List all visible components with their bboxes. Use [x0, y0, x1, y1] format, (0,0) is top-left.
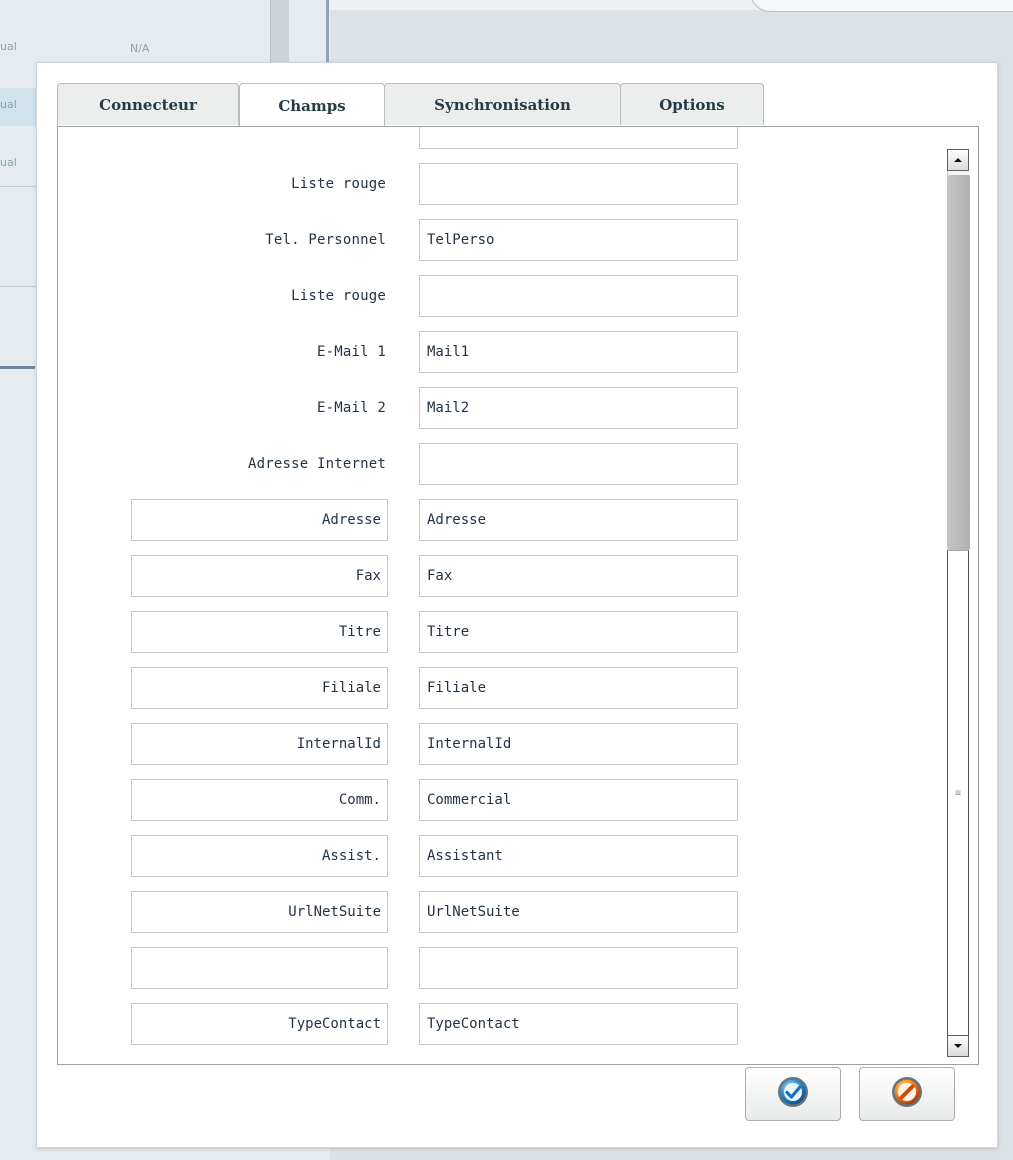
background-row-text: ual	[0, 40, 17, 53]
field-label: Liste rouge	[291, 288, 386, 304]
field-label: Adresse Internet	[247, 456, 386, 472]
field-input[interactable]	[419, 163, 738, 205]
custom-label-input[interactable]: TypeContact	[131, 1003, 388, 1045]
tab-connecteur[interactable]: Connecteur	[57, 83, 239, 125]
custom-field-row: InternalId InternalId	[58, 723, 918, 767]
arrow-down-icon[interactable]	[947, 1035, 969, 1057]
custom-label-input[interactable]: Titre	[131, 611, 388, 653]
field-input[interactable]	[419, 947, 738, 989]
background-row-text: ual	[0, 98, 17, 111]
custom-label-input[interactable]	[131, 947, 388, 989]
custom-field-row: Assist. Assistant	[58, 835, 918, 879]
custom-field-row	[58, 947, 918, 991]
field-input[interactable]: Assistant	[419, 835, 738, 877]
custom-field-row: Adresse Adresse	[58, 499, 918, 543]
custom-field-row: UrlNetSuite UrlNetSuite	[58, 891, 918, 935]
field-input[interactable]	[419, 443, 738, 485]
field-input[interactable]: Adresse	[419, 499, 738, 541]
custom-label-input[interactable]: InternalId	[131, 723, 388, 765]
fields-dialog: Connecteur Champs Synchronisation Option…	[36, 62, 998, 1148]
custom-label-input[interactable]: Assist.	[131, 835, 388, 877]
field-input[interactable]: UrlNetSuite	[419, 891, 738, 933]
cancel-button[interactable]	[859, 1067, 955, 1121]
background-search-box	[750, 0, 1013, 12]
arrow-up-icon[interactable]	[947, 149, 969, 171]
vertical-scrollbar[interactable]: ≡	[947, 149, 971, 1057]
tab-label: Champs	[278, 96, 346, 115]
field-input[interactable]: Filiale	[419, 667, 738, 709]
field-label: Tel. Personnel	[265, 232, 386, 248]
field-row: Tel. Personnel TelPerso	[58, 219, 918, 263]
scrollbar-thumb[interactable]	[948, 175, 970, 550]
custom-field-row: Comm. Commercial	[58, 779, 918, 823]
field-input[interactable]: Mail2	[419, 387, 738, 429]
field-input[interactable]: InternalId	[419, 723, 738, 765]
field-label: E-Mail 1	[316, 344, 386, 360]
check-icon	[776, 1075, 810, 1113]
cancel-icon	[890, 1075, 924, 1113]
field-input[interactable]: Fax	[419, 555, 738, 597]
custom-field-row: Fax Fax	[58, 555, 918, 599]
tab-synchronisation[interactable]: Synchronisation	[384, 83, 621, 125]
tab-label: Connecteur	[99, 95, 197, 114]
custom-label-input[interactable]: Comm.	[131, 779, 388, 821]
field-row: Liste rouge	[58, 163, 918, 207]
grip-icon: ≡	[954, 788, 962, 799]
field-row: E-Mail 2 Mail2	[58, 387, 918, 431]
custom-label-input[interactable]: UrlNetSuite	[131, 891, 388, 933]
background-divider-line	[326, 0, 329, 70]
scrollbar-lower-track[interactable]: ≡	[947, 550, 969, 1038]
custom-label-input[interactable]: Fax	[131, 555, 388, 597]
custom-label-input[interactable]: Filiale	[131, 667, 388, 709]
background-marker	[0, 366, 35, 369]
field-input[interactable]: TelPerso	[419, 219, 738, 261]
tab-options[interactable]: Options	[620, 83, 764, 125]
field-input[interactable]: Commercial	[419, 779, 738, 821]
tab-label: Options	[659, 95, 725, 114]
ok-button[interactable]	[745, 1067, 841, 1121]
fields-panel: Liste rouge Tel. Personnel TelPerso List…	[57, 126, 979, 1065]
field-label: Liste rouge	[291, 176, 386, 192]
field-input[interactable]	[419, 275, 738, 317]
custom-label-input[interactable]: Adresse	[131, 499, 388, 541]
field-label: E-Mail 2	[316, 400, 386, 416]
field-row: Adresse Internet	[58, 443, 918, 487]
custom-field-row: Titre Titre	[58, 611, 918, 655]
custom-field-row: Filiale Filiale	[58, 667, 918, 711]
field-input[interactable]: Titre	[419, 611, 738, 653]
field-input[interactable]: TypeContact	[419, 1003, 738, 1045]
background-row-text: N/A	[130, 42, 150, 55]
field-row: E-Mail 1 Mail1	[58, 331, 918, 375]
field-row: Liste rouge	[58, 275, 918, 319]
tab-label: Synchronisation	[434, 95, 571, 114]
field-input-partial[interactable]	[419, 127, 738, 149]
tab-champs[interactable]: Champs	[239, 83, 385, 127]
background-splitter	[270, 0, 289, 70]
background-row-text: ual	[0, 156, 17, 169]
custom-field-row: TypeContact TypeContact	[58, 1003, 918, 1047]
field-input[interactable]: Mail1	[419, 331, 738, 373]
